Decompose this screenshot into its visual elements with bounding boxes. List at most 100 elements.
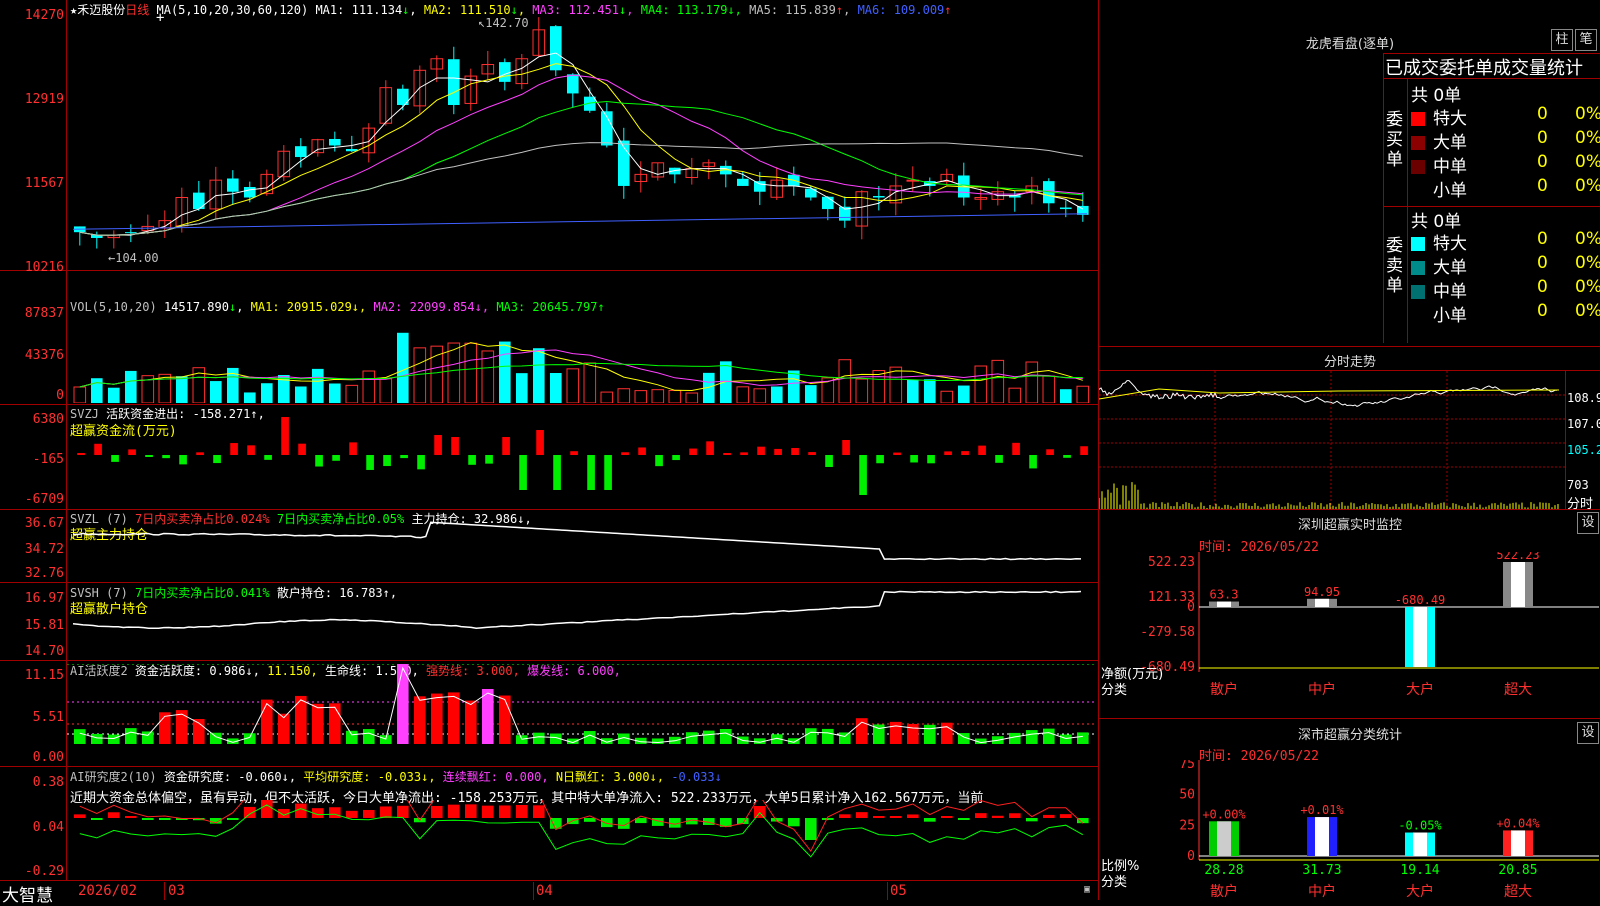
volume-bar (940, 390, 954, 403)
tick-mode-button[interactable]: 笔 (1575, 29, 1597, 51)
monitor-bar-highlight (1511, 562, 1525, 607)
ma6-label: MA6: 109.009↑ (857, 3, 952, 17)
class-change-label: +0.01% (1300, 803, 1344, 817)
svsh-axis-label: 14.70 (24, 644, 64, 659)
retail-holding-chart[interactable] (67, 586, 1097, 660)
buy-row-pct: 0% (1575, 176, 1600, 196)
ai-research-axis-label: 0.38 (32, 775, 64, 790)
research-bar (924, 818, 936, 822)
class-change-label: -0.05% (1398, 819, 1442, 833)
kline-chart[interactable] (67, 16, 1097, 268)
volume-bar (924, 379, 936, 403)
activity-bar (822, 728, 834, 744)
class-change-label: +0.04% (1496, 816, 1540, 830)
fund-flow-bar (672, 455, 680, 461)
fund-flow-bar (213, 455, 221, 464)
research-bar (839, 814, 851, 818)
activity-bar (703, 730, 715, 744)
fund-flow-bar (842, 440, 850, 455)
class-value-label: 19.14 (1400, 863, 1439, 878)
volume-bar (244, 392, 256, 403)
fund-flow-bar (111, 455, 119, 462)
sell-row: 小单 0 0% (1411, 301, 1600, 326)
sz-monitor-settings-button[interactable]: 设 (1577, 512, 1599, 534)
buy-row-pct: 0% (1575, 128, 1600, 148)
volume-bar (430, 345, 444, 403)
fund-flow-bar (502, 437, 510, 455)
candle-body (873, 195, 885, 198)
fund-flow-bar (519, 455, 527, 490)
activity-bar (108, 734, 120, 744)
buy-row-name: 特大 (1433, 109, 1467, 129)
research-bar (805, 818, 817, 840)
sz-monitor-chart[interactable]: 522.23121.330-279.58-680.4963.3散户94.95中户… (1099, 552, 1600, 718)
main-holding-chart[interactable] (67, 512, 1097, 582)
volume-bar (73, 386, 87, 403)
volume-bar (91, 378, 103, 403)
class-axis-label: 50 (1179, 788, 1195, 803)
activity-bar (839, 732, 851, 744)
fund-flow-bar (689, 448, 697, 455)
candle-body (499, 62, 511, 82)
sell-row-count: 0 (1537, 301, 1548, 321)
activity-bar (1077, 732, 1089, 744)
activity-bar (652, 738, 664, 744)
buy-color-swatch (1411, 112, 1425, 126)
bar-mode-button[interactable]: 柱 (1551, 29, 1573, 51)
fenshi-axis-label: 703 (1567, 478, 1589, 492)
volume-bar (499, 341, 511, 403)
fund-flow-chart[interactable] (67, 410, 1097, 508)
fund-flow-bar (468, 455, 476, 465)
ai-research-chart[interactable] (67, 800, 1097, 880)
activity-bar (431, 693, 443, 744)
research-bar (482, 805, 494, 818)
volume-bar (312, 368, 324, 403)
research-bar (1077, 818, 1089, 824)
sell-row-count: 0 (1537, 277, 1548, 297)
sz-class-settings-button[interactable]: 设 (1577, 722, 1599, 744)
period-label[interactable]: 日线 (125, 3, 149, 17)
candle-body (567, 74, 579, 94)
volume-chart[interactable] (67, 308, 1097, 403)
volume-bar (907, 379, 919, 403)
class-axis-label: 0 (1187, 849, 1195, 864)
activity-bar (176, 710, 188, 744)
sell-row-name: 小单 (1433, 306, 1467, 326)
price-axis-label: 11567 (24, 176, 64, 191)
volume-bar (668, 389, 682, 403)
fund-flow-bar (128, 449, 136, 455)
activity-bar (448, 692, 460, 744)
research-bar (125, 816, 137, 818)
sz-class-chart[interactable]: 75 50 25 0 +0.00% 28.28 散户 +0.01% 31.73 中户 -0.05% 1… (1099, 760, 1600, 900)
fund-flow-bar (315, 455, 323, 467)
buy-row-name: 小单 (1433, 181, 1467, 201)
buy-total: 共 0单 (1411, 86, 1462, 106)
fund-flow-bar (383, 455, 391, 467)
volume-bar (720, 361, 732, 403)
research-bar (601, 818, 613, 828)
sell-orders-label: 委卖单 (1386, 236, 1403, 296)
volume-bar (1060, 389, 1072, 403)
fund-flow-bar (281, 417, 289, 455)
fund-flow-bar (706, 441, 714, 455)
class-bar-highlight (1413, 832, 1427, 856)
class-axis-label: 75 (1179, 760, 1195, 772)
monitor-axis-label: 522.23 (1148, 555, 1195, 570)
monitor-axis-label: -279.58 (1140, 625, 1195, 640)
lock-icon[interactable]: ▣ (1084, 884, 1090, 895)
fenshi-axis-label: 107.0 (1567, 417, 1600, 431)
research-green-line (79, 804, 1084, 858)
ai-activity-chart[interactable] (67, 664, 1097, 766)
main-chart-area[interactable]: 14270 12919 11567 10216 ★禾迈股份日线 MA(5,10,… (0, 0, 1098, 906)
volume-bar (176, 376, 188, 403)
monitor-axis-label: 0 (1187, 600, 1195, 615)
fund-flow-bar (77, 453, 85, 455)
intraday-chart[interactable] (1099, 371, 1565, 509)
fund-flow-bar (434, 435, 442, 455)
monitor-value-label: 63.3 (1210, 588, 1239, 602)
fund-flow-bar (723, 453, 731, 455)
class-axis-label: 25 (1179, 818, 1195, 833)
vol-axis-label: 0 (56, 388, 64, 403)
sell-row-pct: 0% (1575, 229, 1600, 249)
research-bar (448, 804, 460, 818)
